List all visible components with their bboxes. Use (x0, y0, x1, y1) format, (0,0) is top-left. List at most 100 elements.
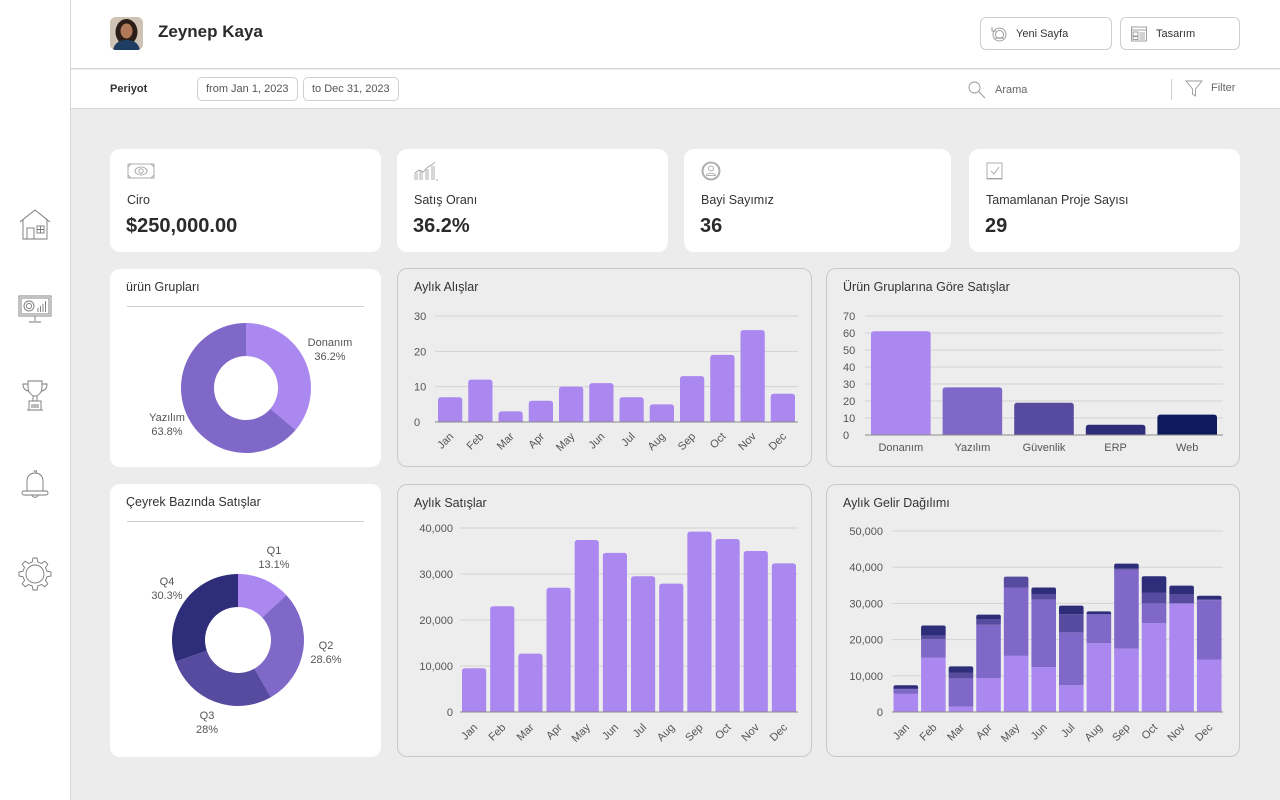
bar-segment (893, 685, 919, 689)
layout-button[interactable]: Tasarım (1120, 17, 1240, 50)
bar (462, 668, 487, 712)
x-tick-label: Jul (619, 431, 637, 449)
y-tick-label: 20 (414, 346, 426, 358)
bar-segment (1086, 643, 1112, 712)
filter-icon (1185, 80, 1203, 97)
kpi-card-projects: Tamamlanan Proje Sayısı 29 (969, 149, 1240, 252)
home-icon (19, 209, 51, 240)
bar-segment (921, 625, 946, 636)
y-tick-label: 30,000 (419, 569, 453, 581)
bar (771, 563, 796, 712)
bar (871, 331, 931, 435)
bar (770, 393, 795, 422)
kpi-card-sales-rate: Satış Oranı 36.2% (397, 149, 668, 252)
monthly-revenue-distribution-panel: Aylık Gelir Dağılımı 0 10,000 20,000 30,000… (826, 484, 1240, 757)
kpi-label: Tamamlanan Proje Sayısı (986, 193, 1129, 207)
x-tick-label: Dec (768, 721, 791, 744)
bar (680, 376, 705, 422)
x-tick-label: Apr (526, 430, 547, 451)
y-tick-label: 30 (414, 311, 426, 323)
period-label: Periyot (110, 83, 148, 95)
x-tick-label: Jun (586, 431, 607, 452)
bar (498, 411, 523, 422)
bar (468, 379, 493, 422)
monthly-purchases-chart: 0 10 20 30 Jan Feb Mar Apr May Jun Jul Aug Sep Oct Nov… (414, 311, 798, 454)
bar-segment (893, 693, 919, 712)
bar-segment (1196, 599, 1222, 601)
date-to-field[interactable]: to Dec 31, 2023 (303, 77, 399, 101)
x-tick-label: Dec (767, 430, 790, 453)
bar-segment (1196, 600, 1222, 660)
bar-segment (1141, 576, 1167, 593)
x-tick-label: Mar (495, 430, 517, 452)
new-page-label: Yeni Sayfa (1016, 27, 1069, 40)
x-tick-label: Aug (646, 431, 668, 453)
y-tick-label: 50,000 (849, 526, 883, 538)
bar-segment (1031, 593, 1056, 600)
bar-segment (1114, 563, 1139, 569)
bar-segment (976, 619, 1001, 625)
bar (528, 400, 553, 422)
x-tick-label: Jul (1059, 722, 1077, 740)
x-tick-label: May (999, 721, 1023, 745)
x-tick-label: Feb (465, 431, 487, 453)
filter-label: Filter (1211, 82, 1236, 94)
bar-segment (1059, 605, 1084, 615)
kpi-value: 29 (985, 215, 1008, 237)
layout-label: Tasarım (1156, 27, 1196, 40)
bar-segment (1114, 648, 1139, 712)
filter-button[interactable]: Filter (1185, 79, 1235, 97)
bar-segment (921, 657, 946, 712)
y-tick-label: 70 (843, 311, 855, 323)
x-tick-label: Dec (1193, 721, 1216, 744)
sidebar-item-settings[interactable] (16, 555, 54, 593)
y-tick-label: 40 (843, 362, 855, 374)
product-groups-donut: Donanım 36.2% Yazılım 63.8% (149, 323, 352, 453)
y-tick-label: 20,000 (419, 615, 453, 627)
bar (1014, 402, 1074, 435)
bar-segment (1059, 614, 1084, 633)
x-tick-label: Oct (1140, 722, 1161, 743)
trophy-icon (22, 380, 48, 411)
date-from-field[interactable]: from Jan 1, 2023 (197, 77, 298, 101)
x-tick-label: Mar (515, 721, 537, 743)
bar-segment (1141, 592, 1167, 604)
quarterly-sales-card: Çeyrek Bazında Satışlar Q1 13.1% Q2 28.6% Q3… (110, 484, 381, 757)
kpi-label: Satış Oranı (414, 193, 478, 207)
x-tick-label: Jan (459, 722, 480, 743)
bar (619, 397, 644, 422)
sidebar-item-home[interactable] (16, 205, 54, 243)
bar (589, 383, 614, 422)
x-tick-label: Feb (918, 722, 940, 744)
divider (1171, 79, 1172, 100)
new-page-button[interactable]: Yeni Sayfa (980, 17, 1112, 50)
x-tick-label: Feb (486, 722, 508, 744)
x-tick-label: Jul (631, 722, 649, 740)
sidebar-item-notifications[interactable] (16, 465, 54, 503)
bar-segment (921, 635, 946, 640)
sidebar-item-achievements[interactable] (16, 377, 54, 415)
gear-icon (18, 557, 52, 591)
bar-segment (976, 624, 1001, 678)
bar-segment (948, 706, 974, 712)
bar-segment (976, 677, 1001, 712)
bar (546, 587, 571, 712)
y-tick-label: 0 (843, 430, 849, 442)
x-tick-label: Oct (713, 722, 734, 743)
x-tick-label: Jun (600, 722, 621, 743)
slice-label: Q2 (319, 640, 334, 652)
user-name: Zeynep Kaya (158, 22, 263, 41)
x-tick-label: ERP (1104, 442, 1127, 454)
x-tick-label: Jan (435, 431, 456, 452)
sidebar-item-analytics[interactable] (16, 290, 54, 328)
bell-icon (21, 470, 49, 498)
search-input[interactable]: Arama (967, 79, 1147, 101)
x-tick-label: Nov (1165, 721, 1188, 744)
x-tick-label: May (554, 430, 578, 454)
monthly-sales-chart: 0 10,000 20,000 30,000 40,000 Jan Feb Mar Apr May… (419, 523, 798, 745)
y-tick-label: 0 (877, 707, 883, 719)
filter-bar: Periyot from Jan 1, 2023 to Dec 31, 2023… (71, 70, 1280, 109)
bar-segment (1031, 667, 1056, 712)
bar (559, 386, 584, 422)
avatar[interactable] (110, 17, 143, 50)
